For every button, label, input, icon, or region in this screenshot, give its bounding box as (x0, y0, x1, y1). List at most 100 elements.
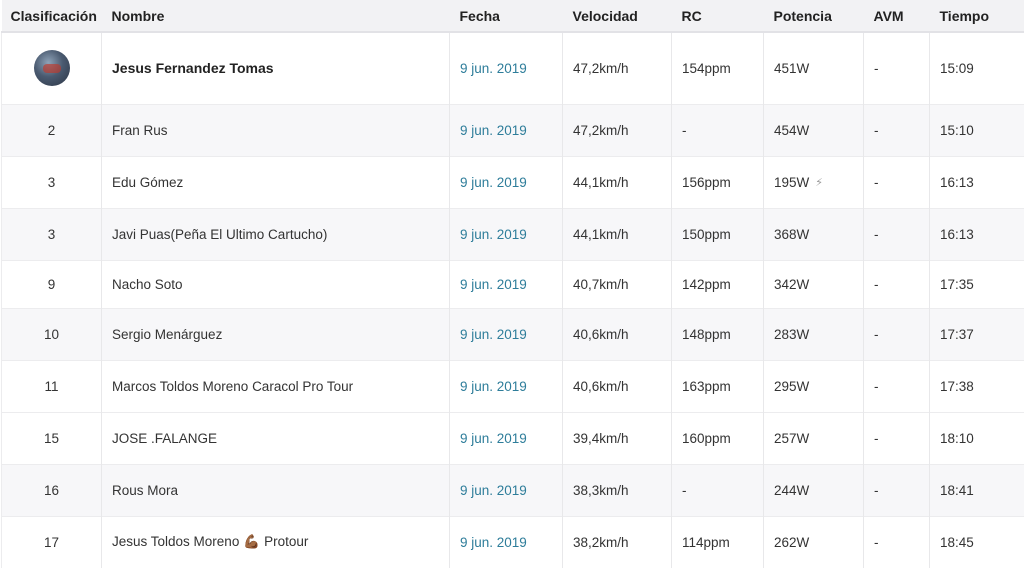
avm-cell: - (863, 103, 930, 156)
avm-cell: - (863, 207, 930, 260)
avm-cell: - (863, 307, 930, 360)
athlete-name-link[interactable]: Rous Mora (101, 463, 450, 516)
hr-cell: 114ppm (671, 515, 764, 568)
power-cell: 454W (763, 103, 864, 156)
leaderboard-body: Jesus Fernandez Tomas 9 jun. 2019 47,2km… (1, 31, 1024, 568)
time-cell: 18:10 (929, 411, 1024, 464)
power-cell: 195W ⚡ (763, 155, 864, 208)
power-cell: 283W (763, 307, 864, 360)
speed-cell: 40,6km/h (562, 359, 672, 412)
lightning-bolt-icon: ⚡ (815, 177, 824, 190)
hr-cell: 142ppm (671, 259, 764, 308)
avm-cell: - (863, 359, 930, 412)
header-power[interactable]: Potencia (763, 0, 864, 33)
table-row: 16 Rous Mora 9 jun. 2019 38,3km/h - 244W… (1, 463, 1024, 516)
power-cell: 262W (763, 515, 864, 568)
hr-cell: 156ppm (671, 155, 764, 208)
power-value: 195W (774, 174, 810, 190)
leaderboard-table: Clasificación Nombre Fecha Velocidad RC … (1, 0, 1024, 568)
date-link[interactable]: 9 jun. 2019 (449, 307, 563, 360)
athlete-name-link[interactable]: Sergio Menárguez (101, 307, 450, 360)
header-rank[interactable]: Clasificación (1, 0, 102, 33)
athlete-name-link[interactable]: Nacho Soto (101, 259, 450, 308)
header-speed[interactable]: Velocidad (562, 0, 672, 33)
avm-cell: - (863, 155, 930, 208)
table-row: 15 JOSE .FALANGE 9 jun. 2019 39,4km/h 16… (1, 411, 1024, 464)
time-cell: 18:41 (929, 463, 1024, 516)
header-hr[interactable]: RC (671, 0, 764, 33)
athlete-name-link[interactable]: JOSE .FALANGE (101, 411, 450, 464)
time-cell: 17:38 (929, 359, 1024, 412)
time-cell: 17:37 (929, 307, 1024, 360)
table-row: 3 Javi Puas(Peña El Ultimo Cartucho) 9 j… (1, 207, 1024, 260)
rank-cell: 3 (1, 207, 102, 260)
avm-cell: - (863, 31, 930, 104)
avm-cell: - (863, 515, 930, 568)
power-cell: 368W (763, 207, 864, 260)
athlete-name-link[interactable]: Jesus Fernandez Tomas (101, 31, 450, 104)
flexed-biceps-emoji: 💪🏾 (243, 534, 261, 550)
header-time[interactable]: Tiempo (929, 0, 1024, 33)
avatar[interactable] (33, 50, 70, 87)
table-row: 11 Marcos Toldos Moreno Caracol Pro Tour… (1, 359, 1024, 412)
date-link[interactable]: 9 jun. 2019 (449, 359, 563, 412)
header-date[interactable]: Fecha (449, 0, 563, 33)
date-link[interactable]: 9 jun. 2019 (449, 31, 563, 104)
rank-cell: 17 (1, 515, 102, 568)
time-cell: 15:10 (929, 103, 1024, 156)
date-link[interactable]: 9 jun. 2019 (449, 259, 563, 308)
speed-cell: 47,2km/h (562, 103, 672, 156)
date-link[interactable]: 9 jun. 2019 (449, 103, 563, 156)
rank-cell: 15 (1, 411, 102, 464)
date-link[interactable]: 9 jun. 2019 (449, 155, 563, 208)
table-row: 3 Edu Gómez 9 jun. 2019 44,1km/h 156ppm … (1, 155, 1024, 208)
power-cell: 342W (763, 259, 864, 308)
table-row: 10 Sergio Menárguez 9 jun. 2019 40,6km/h… (1, 307, 1024, 360)
leaderboard-header: Clasificación Nombre Fecha Velocidad RC … (1, 0, 1024, 33)
athlete-name-link[interactable]: Javi Puas(Peña El Ultimo Cartucho) (101, 207, 450, 260)
speed-cell: 44,1km/h (562, 207, 672, 260)
athlete-name-link[interactable]: Jesus Toldos Moreno 💪🏾 Protour (101, 515, 450, 568)
table-row: 17 Jesus Toldos Moreno 💪🏾 Protour 9 jun. 2… (1, 515, 1024, 568)
athlete-name-link[interactable]: Fran Rus (101, 103, 450, 156)
power-cell: 295W (763, 359, 864, 412)
rank-cell (1, 31, 102, 104)
athlete-name-link[interactable]: Marcos Toldos Moreno Caracol Pro Tour (101, 359, 450, 412)
date-link[interactable]: 9 jun. 2019 (449, 411, 563, 464)
rank-cell: 16 (1, 463, 102, 516)
time-cell: 16:13 (929, 207, 1024, 260)
rank-cell: 2 (1, 103, 102, 156)
speed-cell: 38,2km/h (562, 515, 672, 568)
power-cell: 257W (763, 411, 864, 464)
rank-cell: 11 (1, 359, 102, 412)
avm-cell: - (863, 259, 930, 308)
time-cell: 16:13 (929, 155, 1024, 208)
hr-cell: 160ppm (671, 411, 764, 464)
rank-cell: 3 (1, 155, 102, 208)
time-cell: 17:35 (929, 259, 1024, 308)
table-row: 2 Fran Rus 9 jun. 2019 47,2km/h - 454W -… (1, 103, 1024, 156)
speed-cell: 39,4km/h (562, 411, 672, 464)
hr-cell: - (671, 463, 764, 516)
speed-cell: 44,1km/h (562, 155, 672, 208)
speed-cell: 40,6km/h (562, 307, 672, 360)
power-cell: 244W (763, 463, 864, 516)
header-avm[interactable]: AVM (863, 0, 930, 33)
date-link[interactable]: 9 jun. 2019 (449, 207, 563, 260)
athlete-name-link[interactable]: Edu Gómez (101, 155, 450, 208)
header-name[interactable]: Nombre (101, 0, 450, 33)
hr-cell: 163ppm (671, 359, 764, 412)
rank-cell: 10 (1, 307, 102, 360)
hr-cell: 148ppm (671, 307, 764, 360)
rank-cell: 9 (1, 259, 102, 308)
date-link[interactable]: 9 jun. 2019 (449, 515, 563, 568)
table-row: Jesus Fernandez Tomas 9 jun. 2019 47,2km… (1, 31, 1024, 104)
avm-cell: - (863, 463, 930, 516)
athlete-name: Jesus Toldos Moreno (112, 534, 240, 550)
avm-cell: - (863, 411, 930, 464)
athlete-name-suffix: Protour (264, 534, 309, 550)
date-link[interactable]: 9 jun. 2019 (449, 463, 563, 516)
time-cell: 18:45 (929, 515, 1024, 568)
speed-cell: 38,3km/h (562, 463, 672, 516)
hr-cell: 150ppm (671, 207, 764, 260)
